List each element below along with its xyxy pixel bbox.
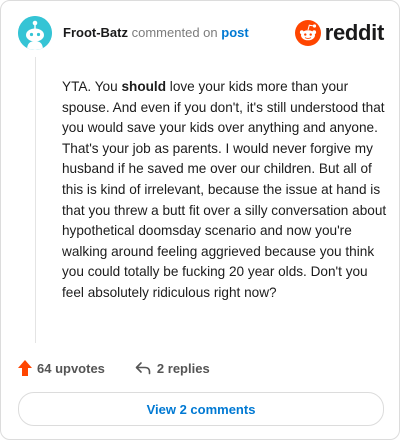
upvote-arrow-icon <box>18 360 32 376</box>
comment-card: Froot-Batz commented on post reddit YTA.… <box>0 0 400 440</box>
reddit-wordmark: reddit <box>324 20 385 45</box>
action-text: commented on <box>131 25 218 40</box>
user-avatar[interactable] <box>18 16 52 50</box>
snoo-avatar-icon <box>18 16 52 50</box>
thread-line[interactable] <box>35 57 36 343</box>
view-comments-button[interactable]: View 2 comments <box>18 392 384 426</box>
comment-body-part: love your kids more than your spouse. An… <box>62 79 387 300</box>
replies-count: 2 replies <box>156 360 210 376</box>
upvote-count: 64 upvotes <box>37 360 105 376</box>
comment-body-emphasis: should <box>121 79 167 94</box>
comment-header: Froot-Batz commented on post reddit <box>18 16 384 50</box>
comment-body: YTA. You should love your kids more than… <box>62 77 387 304</box>
username-link[interactable]: Froot-Batz <box>63 25 128 40</box>
reddit-brand[interactable]: reddit <box>294 18 385 48</box>
comment-body-part: YTA. You <box>62 79 122 94</box>
post-link[interactable]: post <box>221 25 248 40</box>
upvote-button[interactable]: 64 upvotes <box>18 360 105 376</box>
reddit-logo-icon <box>294 20 321 46</box>
replies-button[interactable]: 2 replies <box>135 361 210 376</box>
reply-arrow-icon <box>135 362 151 375</box>
comment-actions: 64 upvotes 2 replies <box>18 358 210 378</box>
comment-meta: Froot-Batz commented on post <box>63 25 249 41</box>
